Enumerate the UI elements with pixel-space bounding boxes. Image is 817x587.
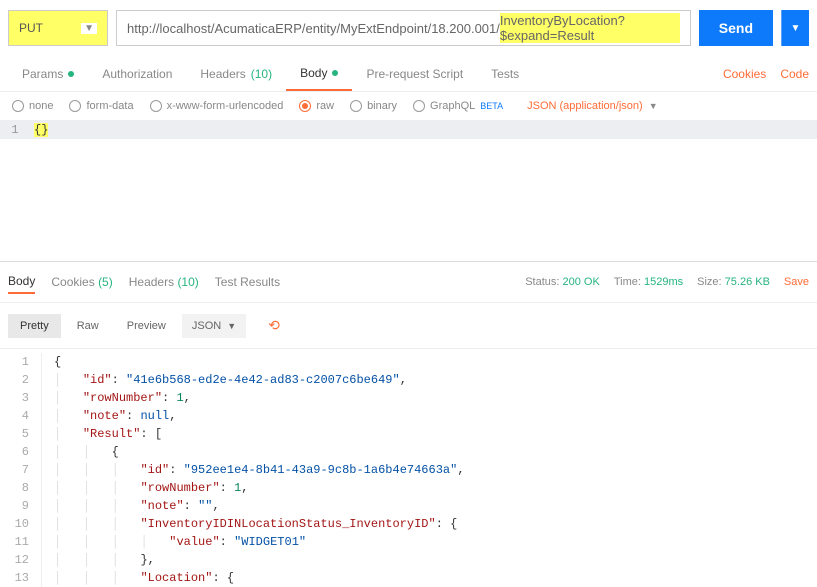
chevron-down-icon: ▼ <box>81 23 97 34</box>
response-tab-tests[interactable]: Test Results <box>215 271 280 293</box>
line-content: │ "Result": [ <box>42 425 162 443</box>
method-label: PUT <box>19 21 43 35</box>
json-line: 13│ │ │ "Location": { <box>0 569 817 587</box>
line-number: 10 <box>0 515 42 533</box>
line-number: 9 <box>0 497 42 515</box>
line-content: │ "note": null, <box>42 407 176 425</box>
radio-icon <box>413 100 425 112</box>
json-line: 8│ │ │ "rowNumber": 1, <box>0 479 817 497</box>
line-content: │ │ │ "Location": { <box>42 569 234 587</box>
line-content: │ │ { <box>42 443 119 461</box>
view-preview-button[interactable]: Preview <box>115 314 178 338</box>
json-line: 1{ <box>0 353 817 371</box>
json-line: 9│ │ │ "note": "", <box>0 497 817 515</box>
status-meta: Status: 200 OK <box>525 276 600 288</box>
radio-urlencoded[interactable]: x-www-form-urlencoded <box>150 100 284 112</box>
line-content: │ │ │ "note": "", <box>42 497 220 515</box>
radio-icon <box>12 100 24 112</box>
size-meta: Size: 75.26 KB <box>697 276 770 288</box>
send-button[interactable]: Send <box>699 10 773 46</box>
json-line: 4│ "note": null, <box>0 407 817 425</box>
response-tab-body[interactable]: Body <box>8 270 35 294</box>
response-body-editor[interactable]: 1{2│ "id": "41e6b568-ed2e-4e42-ad83-c200… <box>0 349 817 587</box>
body-type-row: none form-data x-www-form-urlencoded raw… <box>0 92 817 121</box>
line-content: │ "id": "41e6b568-ed2e-4e42-ad83-c2007c6… <box>42 371 407 389</box>
json-line: 10│ │ │ "InventoryIDINLocationStatus_Inv… <box>0 515 817 533</box>
json-line: 7│ │ │ "id": "952ee1e4-8b41-43a9-9c8b-1a… <box>0 461 817 479</box>
line-number: 1 <box>0 121 30 139</box>
line-number: 4 <box>0 407 42 425</box>
line-number: 7 <box>0 461 42 479</box>
json-line: 6│ │ { <box>0 443 817 461</box>
radio-icon <box>69 100 81 112</box>
line-number: 8 <box>0 479 42 497</box>
editor-line: 1 {} <box>0 121 817 139</box>
request-body-editor[interactable]: 1 {} <box>0 121 817 261</box>
line-number: 3 <box>0 389 42 407</box>
radio-formdata[interactable]: form-data <box>69 100 133 112</box>
response-meta: Status: 200 OK Time: 1529ms Size: 75.26 … <box>525 276 809 288</box>
chevron-down-icon: ▼ <box>649 101 658 111</box>
json-line: 12│ │ │ }, <box>0 551 817 569</box>
tab-params[interactable]: Params <box>8 56 88 91</box>
radio-icon <box>150 100 162 112</box>
url-highlighted: InventoryByLocation?$expand=Result <box>500 13 680 43</box>
line-content: │ "rowNumber": 1, <box>42 389 191 407</box>
response-view-bar: Pretty Raw Preview JSON ▼ ⟲ <box>0 303 817 349</box>
radio-icon <box>350 100 362 112</box>
wrap-lines-icon[interactable]: ⟲ <box>258 311 290 340</box>
radio-raw[interactable]: raw <box>299 100 334 112</box>
send-dropdown-button[interactable]: ▼ <box>781 10 809 46</box>
line-number: 11 <box>0 533 42 551</box>
tab-authorization[interactable]: Authorization <box>88 56 186 91</box>
http-method-dropdown[interactable]: PUT ▼ <box>8 10 108 46</box>
request-tabs: Params Authorization Headers(10) Body Pr… <box>0 56 817 92</box>
indicator-dot-icon <box>68 71 74 77</box>
response-tabs: Body Cookies (5) Headers (10) Test Resul… <box>0 261 817 303</box>
line-number: 2 <box>0 371 42 389</box>
line-content: │ │ │ │ "value": "WIDGET01" <box>42 533 306 551</box>
radio-binary[interactable]: binary <box>350 100 397 112</box>
response-tab-headers[interactable]: Headers (10) <box>129 271 199 293</box>
tab-tests[interactable]: Tests <box>477 56 533 91</box>
response-format-dropdown[interactable]: JSON ▼ <box>182 314 246 338</box>
json-line: 2│ "id": "41e6b568-ed2e-4e42-ad83-c2007c… <box>0 371 817 389</box>
url-prefix: http://localhost/AcumaticaERP/entity/MyE… <box>127 21 500 36</box>
line-content: │ │ │ "id": "952ee1e4-8b41-43a9-9c8b-1a6… <box>42 461 465 479</box>
json-line: 3│ "rowNumber": 1, <box>0 389 817 407</box>
view-pretty-button[interactable]: Pretty <box>8 314 61 338</box>
save-response-link[interactable]: Save <box>784 276 809 288</box>
radio-graphql[interactable]: GraphQLBETA <box>413 100 503 112</box>
indicator-dot-icon <box>332 70 338 76</box>
view-raw-button[interactable]: Raw <box>65 314 111 338</box>
tab-headers[interactable]: Headers(10) <box>186 56 286 91</box>
line-content: │ │ │ }, <box>42 551 155 569</box>
content-type-dropdown[interactable]: JSON (application/json) ▼ <box>527 100 657 112</box>
code-link[interactable]: Code <box>780 67 809 81</box>
line-number: 5 <box>0 425 42 443</box>
line-content: │ │ │ "InventoryIDINLocationStatus_Inven… <box>42 515 457 533</box>
chevron-down-icon: ▼ <box>227 321 236 331</box>
line-number: 6 <box>0 443 42 461</box>
radio-none[interactable]: none <box>12 100 53 112</box>
time-meta: Time: 1529ms <box>614 276 683 288</box>
line-number: 13 <box>0 569 42 587</box>
request-bar: PUT ▼ http://localhost/AcumaticaERP/enti… <box>0 0 817 56</box>
json-line: 11│ │ │ │ "value": "WIDGET01" <box>0 533 817 551</box>
line-content: │ │ │ "rowNumber": 1, <box>42 479 248 497</box>
line-content: { <box>42 353 61 371</box>
cookies-link[interactable]: Cookies <box>723 67 766 81</box>
tab-body[interactable]: Body <box>286 56 352 91</box>
line-number: 1 <box>0 353 42 371</box>
radio-icon <box>299 100 311 112</box>
line-content: {} <box>30 121 817 139</box>
url-input[interactable]: http://localhost/AcumaticaERP/entity/MyE… <box>116 10 691 46</box>
response-tab-cookies[interactable]: Cookies (5) <box>51 271 112 293</box>
tabs-right-links: Cookies Code <box>723 67 809 81</box>
line-number: 12 <box>0 551 42 569</box>
tab-prerequest[interactable]: Pre-request Script <box>352 56 477 91</box>
json-line: 5│ "Result": [ <box>0 425 817 443</box>
